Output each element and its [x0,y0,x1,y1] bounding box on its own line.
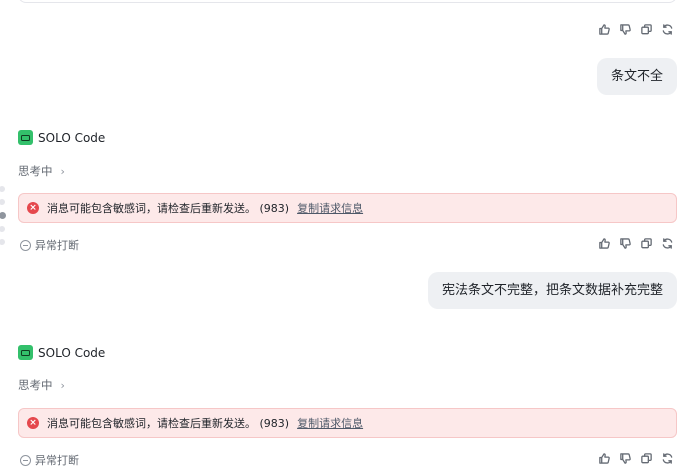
thinking-label: 思考中 [18,378,53,392]
thumbs-up-icon[interactable] [597,22,611,36]
interrupted-status: 异常打断 [20,237,79,253]
thinking-label: 思考中 [18,164,53,178]
thumbs-down-icon[interactable] [618,451,632,465]
agent-header: SOLO Code [18,130,105,145]
thumbs-down-icon[interactable] [618,236,632,250]
solo-code-logo [18,345,33,360]
chevron-right-icon: › [60,378,65,392]
error-icon: × [27,202,39,214]
interrupted-icon [20,454,31,466]
error-banner: × 消息可能包含敏感词，请检查后重新发送。 (983) 复制请求信息 [18,408,677,438]
message-navigation-dots [0,186,6,245]
agent-name: SOLO Code [38,130,106,145]
nav-dot[interactable] [0,226,5,232]
message-actions [597,236,674,250]
thumbs-up-icon[interactable] [597,451,611,465]
error-icon: × [27,417,39,429]
agent-name: SOLO Code [38,345,106,360]
nav-dot[interactable] [0,199,5,205]
refresh-icon[interactable] [660,451,674,465]
interrupted-status: 异常打断 [20,452,79,468]
thumbs-up-icon[interactable] [597,236,611,250]
interrupted-icon [20,239,31,251]
message-actions [597,451,674,465]
thumbs-down-icon[interactable] [618,22,632,36]
refresh-icon[interactable] [660,236,674,250]
interrupted-label: 异常打断 [35,239,79,252]
copy-request-info-link[interactable]: 复制请求信息 [297,200,363,216]
error-banner: × 消息可能包含敏感词，请检查后重新发送。 (983) 复制请求信息 [18,193,677,223]
thinking-toggle[interactable]: 思考中 › [18,163,65,179]
previous-message-card [18,0,677,3]
interrupted-label: 异常打断 [35,454,79,467]
refresh-icon[interactable] [660,22,674,36]
agent-header: SOLO Code [18,345,105,360]
nav-dot[interactable] [0,186,5,192]
copy-icon[interactable] [639,22,653,36]
copy-icon[interactable] [639,236,653,250]
copy-icon[interactable] [639,451,653,465]
user-message: 宪法条文不完整，把条文数据补充完整 [427,272,677,309]
copy-request-info-link[interactable]: 复制请求信息 [297,415,363,431]
thinking-toggle[interactable]: 思考中 › [18,377,65,393]
solo-code-logo [18,130,33,145]
error-message: 消息可能包含敏感词，请检查后重新发送。 (983) [47,202,290,215]
chevron-right-icon: › [60,164,65,178]
user-message: 条文不全 [596,58,677,95]
nav-dot-active[interactable] [0,212,6,219]
nav-dot[interactable] [0,239,5,245]
error-message: 消息可能包含敏感词，请检查后重新发送。 (983) [47,417,290,430]
message-actions [597,22,674,36]
